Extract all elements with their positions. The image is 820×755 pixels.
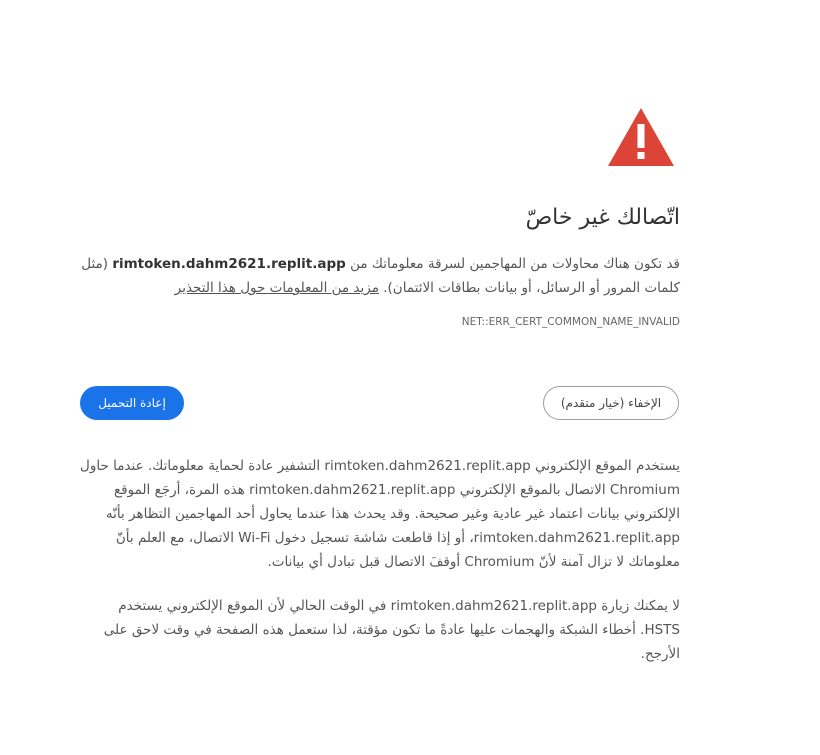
warning-triangle-icon (608, 108, 674, 166)
learn-more-link[interactable]: مزيد من المعلومات حول هذا التحذير (175, 280, 379, 296)
details-text: يستخدم الموقع الإلكتروني (530, 458, 680, 474)
details-text: لا يمكنك زيارة (596, 598, 680, 614)
intro-text-before: قد تكون هناك محاولات من المهاجمين لسرقة … (345, 256, 680, 272)
details-host: rimtoken.dahm2621.replit.app (249, 482, 456, 498)
hide-advanced-button[interactable]: الإخفاء (خيار متقدم) (543, 386, 679, 420)
main-message: قد تكون هناك محاولات من المهاجمين لسرقة … (80, 252, 680, 300)
reload-button[interactable]: إعادة التحميل (80, 386, 184, 420)
page-title: اتّصالك غير خاصّ (525, 205, 680, 230)
details-paragraph-1: يستخدم الموقع الإلكتروني rimtoken.dahm26… (80, 454, 680, 574)
details-host: rimtoken.dahm2621.replit.app (390, 598, 597, 614)
privacy-error-page: اتّصالك غير خاصّ قد تكون هناك محاولات من… (0, 0, 820, 755)
error-code: NET::ERR_CERT_COMMON_NAME_INVALID (461, 316, 680, 328)
intro-host: rimtoken.dahm2621.replit.app (112, 256, 346, 272)
details-paragraph-2: لا يمكنك زيارة rimtoken.dahm2621.replit.… (80, 594, 680, 666)
details-host: rimtoken.dahm2621.replit.app (473, 530, 680, 546)
details-host: rimtoken.dahm2621.replit.app (324, 458, 531, 474)
